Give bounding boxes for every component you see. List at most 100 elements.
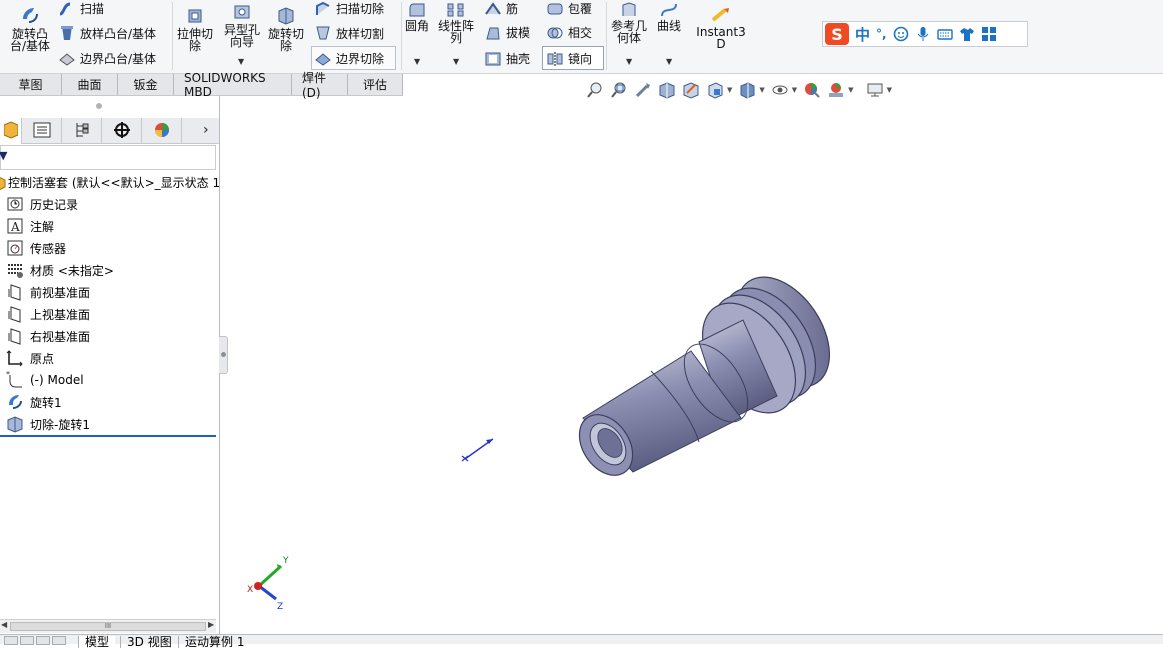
tree-item-cut-revolve1[interactable]: 切除-旋转1	[6, 414, 90, 434]
wrap-label: 包覆	[568, 2, 593, 16]
linear-pattern-icon	[446, 2, 466, 18]
reference-geometry-dropdown[interactable]: ▼	[626, 57, 632, 66]
tree-item-label: 材质 <未指定>	[30, 263, 114, 278]
boundary-cut-button[interactable]: 边界切除	[314, 50, 384, 67]
graphics-area[interactable]: Y X Z	[221, 96, 1163, 634]
more-tabs-chevron-icon[interactable]: ›	[203, 122, 209, 138]
reference-geometry-button[interactable]: 参考几何体	[609, 2, 649, 44]
hole-wizard-dropdown[interactable]: ▼	[238, 57, 244, 66]
wrap-button[interactable]: 包覆	[546, 0, 592, 17]
feature-filter-input[interactable]: ▼	[0, 145, 216, 170]
shell-button[interactable]: 抽壳	[484, 50, 530, 67]
tab-dimxpert-manager[interactable]	[102, 118, 142, 144]
loft-boss-button[interactable]: 放样凸台/基体	[58, 24, 156, 42]
boundary-boss-button[interactable]: 边界凸台/基体	[58, 50, 156, 67]
tab-motion-study[interactable]: 运动算例 1	[178, 636, 250, 648]
tree-item-front-plane[interactable]: 前视基准面	[6, 282, 90, 302]
lofted-cut-button[interactable]: 放样切割	[314, 24, 384, 42]
display-style-dropdown[interactable]: ▼	[759, 86, 764, 94]
panel-horizontal-scrollbar[interactable]: ◀ III ▶	[0, 619, 216, 633]
extrude-cut-button[interactable]: 拉伸切除	[175, 6, 215, 52]
tab-display-manager[interactable]	[142, 118, 182, 144]
tree-item-label: 原点	[30, 351, 55, 366]
rollback-bar[interactable]	[0, 435, 216, 437]
scrollbar-thumb[interactable]: III	[10, 622, 206, 631]
tree-item-origin[interactable]: 原点	[6, 348, 54, 368]
curves-dropdown[interactable]: ▼	[666, 57, 672, 66]
skin-shirt-icon[interactable]	[959, 26, 975, 42]
intersect-button[interactable]: 相交	[546, 24, 592, 41]
fillet-icon	[407, 2, 427, 18]
sogou-logo-icon[interactable]: S	[825, 23, 849, 45]
toolbox-grid-icon[interactable]	[981, 26, 997, 42]
ime-punctuation[interactable]: °,	[876, 27, 887, 41]
scroll-right-arrow-icon[interactable]: ▶	[208, 620, 214, 629]
keyboard-icon[interactable]	[936, 26, 953, 42]
hole-wizard-icon	[232, 4, 252, 22]
swept-cut-button[interactable]: 扫描切除	[314, 0, 384, 17]
draft-label: 拔模	[506, 26, 531, 40]
swept-cut-icon	[314, 1, 332, 17]
curves-button[interactable]: 曲线	[654, 2, 684, 32]
tab-surfaces[interactable]: 曲面	[62, 74, 118, 95]
instant3d-button[interactable]: Instant3D	[693, 6, 749, 50]
tree-item-sensors[interactable]: 传感器	[6, 238, 66, 258]
rib-icon	[484, 1, 502, 16]
tab-sheet-metal[interactable]: 钣金	[118, 74, 174, 95]
hide-show-dropdown[interactable]: ▼	[792, 86, 797, 94]
tree-item-right-plane[interactable]: 右视基准面	[6, 326, 90, 346]
revolve-boss-label: 旋转凸台/基体	[9, 27, 51, 53]
fillet-dropdown[interactable]: ▼	[414, 57, 420, 66]
tab-weldments[interactable]: 焊件(D)	[292, 71, 348, 100]
rib-button[interactable]: 筋	[484, 0, 518, 17]
tab-solidworks-mbd[interactable]: SOLIDWORKS MBD	[174, 71, 292, 99]
mirror-button[interactable]: 镜向	[546, 50, 592, 67]
mirror-icon	[546, 51, 564, 67]
tree-item-annotations[interactable]: A 注解	[6, 216, 54, 236]
tree-root-part[interactable]: 控制活塞套 (默认<<默认>_显示状态 1	[0, 174, 220, 191]
part-model[interactable]	[568, 260, 848, 485]
tree-item-label: 历史记录	[30, 197, 79, 212]
apply-scene-dropdown[interactable]: ▼	[848, 86, 853, 94]
rib-label: 筋	[506, 2, 519, 16]
revolve-cut-icon	[276, 6, 296, 26]
tab-feature-manager[interactable]	[0, 118, 22, 144]
tree-item-sketch-model[interactable]: * (-) Model	[6, 370, 84, 390]
linear-pattern-dropdown[interactable]: ▼	[453, 57, 459, 66]
emoji-icon[interactable]	[893, 26, 909, 42]
boundary-cut-label: 边界切除	[336, 52, 385, 66]
tree-item-label: 上视基准面	[30, 307, 91, 322]
tree-item-label: 前视基准面	[30, 285, 91, 300]
plane-icon	[6, 327, 24, 345]
tree-item-history[interactable]: 历史记录	[6, 194, 78, 214]
revolve-boss-button[interactable]: 旋转凸台/基体	[8, 4, 52, 52]
scroll-left-arrow-icon[interactable]: ◀	[1, 620, 7, 629]
shell-icon	[484, 51, 502, 67]
view-settings-dropdown[interactable]: ▼	[887, 86, 892, 94]
tab-configuration-manager[interactable]	[62, 118, 102, 144]
linear-pattern-button[interactable]: 线性阵列	[436, 2, 476, 44]
tab-3d-views[interactable]: 3D 视图	[120, 636, 178, 648]
revolve-cut-button[interactable]: 旋转切除	[266, 6, 306, 52]
microphone-icon[interactable]	[915, 26, 931, 42]
sweep-button[interactable]: 扫描	[58, 0, 104, 17]
ime-chinese-mode[interactable]: 中	[855, 24, 870, 45]
plane-icon	[6, 305, 24, 323]
boundary-cut-icon	[314, 51, 332, 67]
intersect-label: 相交	[568, 26, 593, 40]
tab-property-manager[interactable]	[22, 118, 62, 144]
coordinate-triad: Y X Z	[247, 556, 289, 612]
tree-item-top-plane[interactable]: 上视基准面	[6, 304, 90, 324]
draft-icon	[484, 25, 502, 41]
hole-wizard-button[interactable]: 异型孔向导	[220, 4, 264, 48]
panel-grip[interactable]	[96, 103, 102, 109]
tab-sketch[interactable]: 草图	[0, 74, 62, 95]
tree-item-revolve1[interactable]: 旋转1	[6, 392, 62, 412]
draft-button[interactable]: 拔模	[484, 24, 530, 41]
tab-model[interactable]: 模型	[78, 636, 116, 648]
view-orientation-dropdown[interactable]: ▼	[727, 86, 732, 94]
fillet-button[interactable]: 圆角	[402, 2, 432, 32]
tab-evaluate[interactable]: 评估	[348, 74, 403, 95]
ime-toolbar[interactable]: S 中 °,	[822, 21, 1028, 47]
tree-item-material[interactable]: 材质 <未指定>	[6, 260, 114, 280]
